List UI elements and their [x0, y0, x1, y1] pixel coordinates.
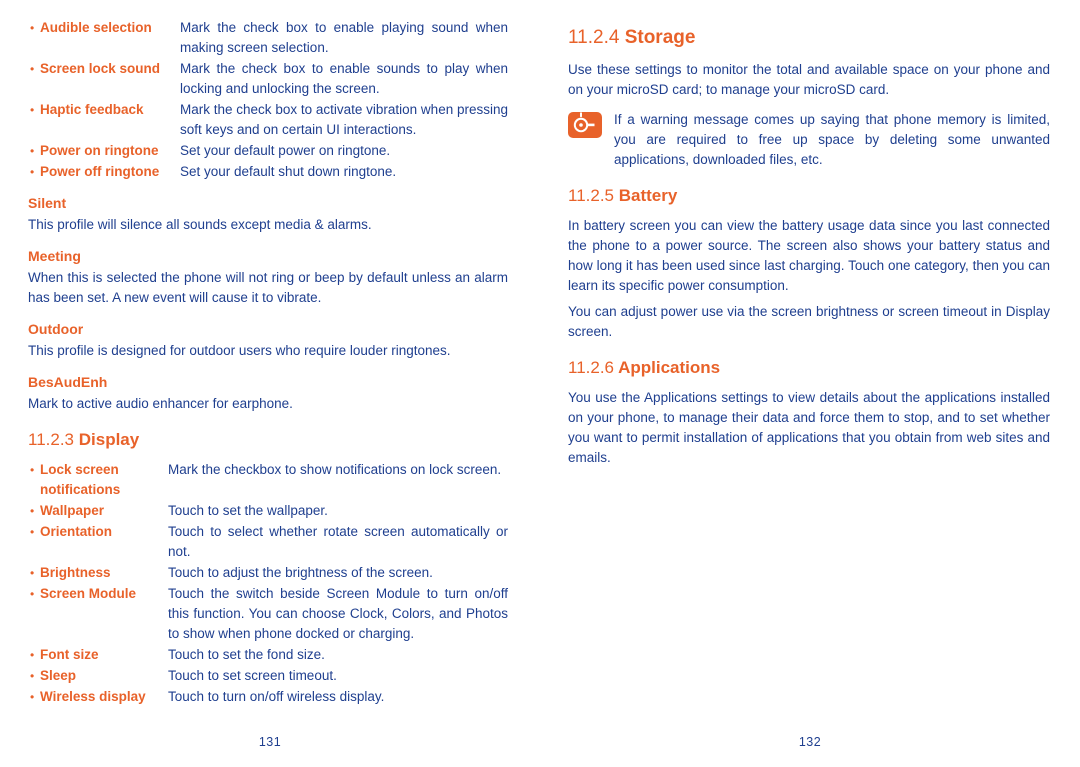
- section-title: Applications: [618, 358, 721, 377]
- setting-desc: Set your default shut down ringtone.: [180, 164, 397, 179]
- section-title: Battery: [618, 186, 678, 205]
- setting-term: Wireless display: [40, 689, 146, 704]
- bullet-icon: •: [30, 463, 35, 477]
- display-settings-list: • Lock screen notifications Mark the che…: [28, 460, 508, 707]
- setting-term: Wallpaper: [40, 503, 105, 518]
- note-box: If a warning message comes up saying tha…: [568, 110, 1050, 170]
- setting-desc: Mark the check box to activate vibration…: [180, 102, 508, 137]
- list-item: • Wallpaper Touch to set the wallpaper.: [28, 501, 508, 521]
- setting-desc: Set your default power on ringtone.: [180, 143, 391, 158]
- setting-desc: Touch to set the wallpaper.: [168, 503, 328, 518]
- list-item: • Haptic feedback Mark the check box to …: [28, 100, 508, 140]
- setting-term: Font size: [40, 647, 99, 662]
- setting-term: Haptic feedback: [40, 102, 144, 117]
- section-number: 11.2.3: [28, 430, 75, 449]
- section-heading-display: 11.2.3 Display: [28, 428, 508, 452]
- list-item: • Brightness Touch to adjust the brightn…: [28, 563, 508, 583]
- left-page: • Audible selection Mark the check box t…: [0, 0, 540, 767]
- bullet-icon: •: [30, 525, 35, 539]
- bullet-icon: •: [30, 144, 35, 158]
- setting-term: Power on ringtone: [40, 143, 159, 158]
- section-number: 11.2.5: [568, 186, 615, 205]
- list-item: • Sleep Touch to set screen timeout.: [28, 666, 508, 686]
- bullet-icon: •: [30, 21, 35, 35]
- applications-paragraph-1: You use the Applications settings to vie…: [568, 390, 1050, 465]
- setting-term: Sleep: [40, 668, 77, 683]
- list-item: • Power on ringtone Set your default pow…: [28, 141, 508, 161]
- bullet-icon: •: [30, 103, 35, 117]
- sound-settings-list: • Audible selection Mark the check box t…: [28, 18, 508, 182]
- list-item: • Font size Touch to set the fond size.: [28, 645, 508, 665]
- bullet-icon: •: [30, 165, 35, 179]
- page-number-right: 132: [798, 735, 822, 749]
- profile-text-outdoor: This profile is designed for outdoor use…: [28, 343, 451, 358]
- setting-term: Screen lock sound: [40, 61, 161, 76]
- bullet-icon: •: [30, 669, 35, 683]
- section-number: 11.2.4: [568, 27, 620, 48]
- profile-heading-silent: Silent: [28, 195, 67, 211]
- list-item: • Screen lock sound Mark the check box t…: [28, 59, 508, 99]
- setting-desc: Touch to select whether rotate screen au…: [168, 524, 508, 559]
- bullet-icon: •: [30, 587, 35, 601]
- profile-text-meeting: When this is selected the phone will not…: [28, 270, 508, 305]
- setting-desc: Touch the switch beside Screen Module to…: [168, 586, 508, 641]
- battery-paragraph-1: In battery screen you can view the batte…: [568, 218, 1050, 293]
- bullet-icon: •: [30, 504, 35, 518]
- setting-desc: Touch to set the fond size.: [168, 647, 325, 662]
- profile-heading-besaudenh: BesAudEnh: [28, 374, 108, 390]
- list-item: • Orientation Touch to select whether ro…: [28, 522, 508, 562]
- section-title: Display: [78, 430, 140, 449]
- page-number-left: 131: [258, 735, 282, 749]
- profile-heading-outdoor: Outdoor: [28, 321, 84, 337]
- setting-desc: Mark the check box to enable playing sou…: [180, 20, 508, 55]
- battery-paragraph-2: You can adjust power use via the screen …: [568, 304, 1050, 339]
- storage-intro: Use these settings to monitor the total …: [568, 62, 1050, 97]
- bullet-icon: •: [30, 648, 35, 662]
- setting-term: Brightness: [40, 565, 111, 580]
- section-title: Storage: [624, 27, 696, 48]
- list-item: • Audible selection Mark the check box t…: [28, 18, 508, 58]
- profile-text-besaudenh: Mark to active audio enhancer for earpho…: [28, 396, 293, 411]
- profile-text-silent: This profile will silence all sounds exc…: [28, 217, 372, 232]
- setting-term: Screen Module: [40, 586, 137, 601]
- setting-term: Orientation: [40, 524, 113, 539]
- section-number: 11.2.6: [568, 358, 615, 377]
- setting-term: Lock screen notifications: [40, 462, 121, 497]
- setting-desc: Touch to set screen timeout.: [168, 668, 337, 683]
- setting-term: Power off ringtone: [40, 164, 160, 179]
- setting-desc: Touch to turn on/off wireless display.: [168, 689, 385, 704]
- tip-bulb-icon: [568, 112, 602, 138]
- section-heading-battery: 11.2.5 Battery: [568, 184, 1050, 208]
- setting-desc: Touch to adjust the brightness of the sc…: [168, 565, 433, 580]
- list-item: • Lock screen notifications Mark the che…: [28, 460, 508, 500]
- bullet-icon: •: [30, 566, 35, 580]
- profile-heading-meeting: Meeting: [28, 248, 81, 264]
- list-item: • Wireless display Touch to turn on/off …: [28, 687, 508, 707]
- section-heading-applications: 11.2.6 Applications: [568, 356, 1050, 380]
- list-item: • Power off ringtone Set your default sh…: [28, 162, 508, 182]
- setting-desc: Mark the check box to enable sounds to p…: [180, 61, 508, 96]
- setting-desc: Mark the checkbox to show notifications …: [168, 462, 502, 477]
- right-page: 11.2.4 Storage Use these settings to mon…: [540, 0, 1080, 767]
- setting-term: Audible selection: [40, 20, 152, 35]
- bullet-icon: •: [30, 690, 35, 704]
- list-item: • Screen Module Touch the switch beside …: [28, 584, 508, 644]
- bullet-icon: •: [30, 62, 35, 76]
- section-heading-storage: 11.2.4 Storage: [568, 26, 1050, 50]
- note-text: If a warning message comes up saying tha…: [614, 112, 1050, 167]
- document-spread: • Audible selection Mark the check box t…: [0, 0, 1080, 767]
